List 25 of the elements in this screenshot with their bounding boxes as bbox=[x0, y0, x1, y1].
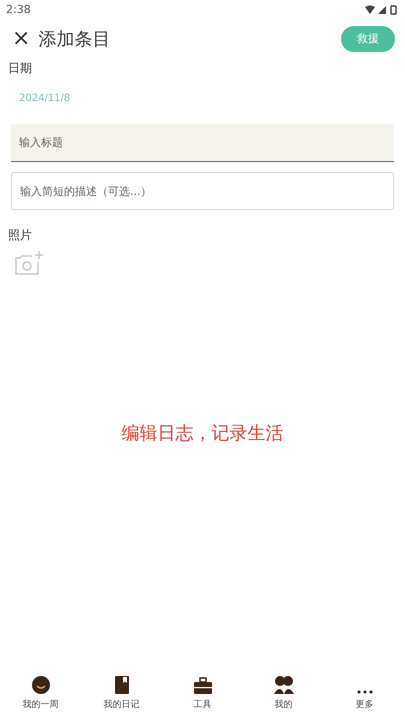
nav-tab[interactable]: 更多 bbox=[324, 674, 405, 720]
status-time: 2:38 bbox=[6, 2, 31, 18]
page-title: 添加条目 bbox=[38, 28, 110, 52]
camera-add-icon bbox=[14, 250, 44, 276]
date-label: 日期 bbox=[7, 60, 33, 77]
nav-tab[interactable]: 工具 bbox=[162, 674, 243, 720]
status-icons bbox=[365, 5, 399, 15]
add-photo-button[interactable] bbox=[14, 250, 44, 276]
nav-tab[interactable]: 我的 bbox=[243, 674, 324, 720]
nav-tab[interactable]: 我的日记 bbox=[81, 674, 162, 720]
nav-tab[interactable]: 我的一周 bbox=[0, 674, 81, 720]
nav-label: 更多 bbox=[356, 698, 374, 712]
more-icon bbox=[354, 688, 374, 694]
nav-label: 我的日记 bbox=[104, 698, 140, 712]
people-icon bbox=[272, 674, 294, 694]
description-field[interactable]: 输入简短的描述（可选...） bbox=[11, 172, 394, 210]
face-icon bbox=[30, 674, 50, 694]
caption: 编辑日志，记录生活 bbox=[122, 422, 284, 446]
nav-label: 我的 bbox=[274, 698, 292, 712]
nav-label: 工具 bbox=[194, 698, 212, 712]
title-field[interactable]: 输入标题 bbox=[11, 124, 394, 162]
toolbox-icon bbox=[192, 676, 212, 694]
nav-label: 我的一周 bbox=[22, 698, 58, 712]
close-button[interactable]: × bbox=[10, 28, 32, 50]
photos-label: 照片 bbox=[7, 227, 33, 244]
